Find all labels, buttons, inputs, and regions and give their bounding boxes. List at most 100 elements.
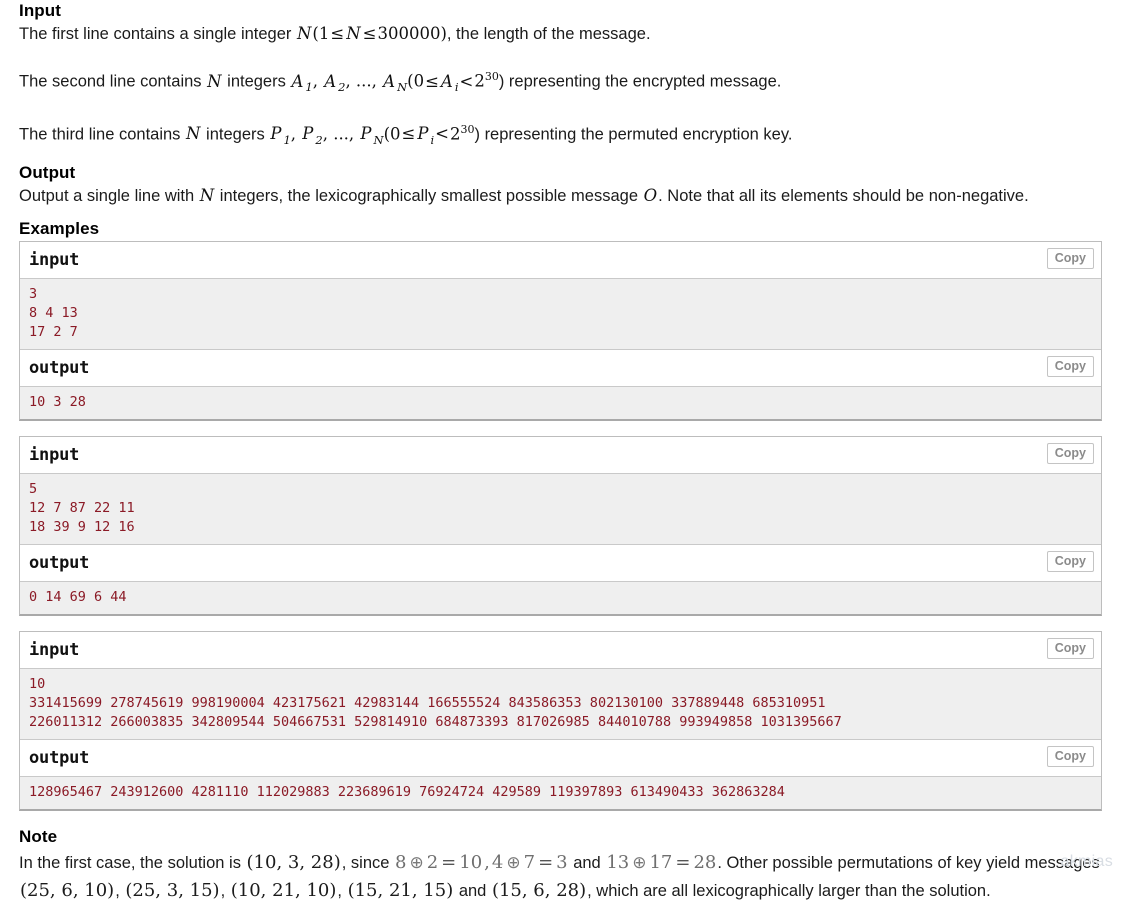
subscript-n: N [397, 79, 408, 94]
equals-icon-2: = [538, 851, 554, 873]
subscript-p2: 2 [315, 132, 323, 147]
xor-eq2-a: 4 [491, 851, 504, 873]
note-comma-1: , [484, 851, 490, 873]
problem-statement-page: Input The first line contains a single i… [0, 0, 1121, 905]
paren-open-p: (0 [383, 124, 401, 144]
xor-eq3-a: 13 [606, 851, 630, 873]
subscript-i-a: i [454, 79, 459, 94]
input-line-2-suffix: ) representing the encrypted message. [498, 72, 782, 91]
subscript-pn: N [373, 132, 384, 147]
xor-eq2-result: 3 [556, 851, 568, 873]
output-desc-prefix: Output a single line with [19, 186, 199, 205]
array-p-2: P [302, 124, 314, 144]
le-sign-a: ≤ [425, 71, 439, 91]
note-text-1: In the first case, the solution is [19, 853, 246, 872]
ellipsis-p: , ..., [322, 124, 360, 144]
math-var-n-2: N [346, 24, 361, 43]
ellipsis-a: , ..., [345, 71, 383, 91]
math-var-n-out: N [199, 185, 215, 205]
xor-eq3-b: 17 [649, 851, 673, 873]
input-line-1-suffix: , the length of the message. [446, 25, 651, 43]
math-var-n: N [296, 24, 312, 43]
example-output-header: output Copy [20, 349, 1101, 387]
note-text-2: , since [341, 853, 395, 872]
note-text-and-1: and [568, 853, 606, 872]
example-input-body: 3 8 4 13 17 2 7 [20, 278, 1101, 350]
perm-tuple-3: (10, 21, 10) [230, 879, 337, 901]
comma-p1: , [290, 124, 302, 144]
input-label: input [29, 249, 80, 270]
output-desc-suffix: . Note that all its elements should be n… [658, 186, 1029, 205]
copy-input-button[interactable]: Copy [1046, 637, 1094, 659]
copy-output-button[interactable]: Copy [1046, 355, 1094, 377]
perm-tuple-5: (15, 6, 28) [491, 879, 587, 901]
math-var-o: O [643, 185, 658, 205]
example-input-header: input Copy [20, 241, 1101, 279]
example-output-text[interactable]: 0 14 69 6 44 [29, 588, 1092, 607]
input-line-3-suffix: ) representing the permuted encryption k… [474, 125, 793, 144]
exponent-30-a: 30 [484, 70, 499, 83]
example-output-body: 0 14 69 6 44 [20, 581, 1101, 614]
paren-open-a: (0 [407, 71, 425, 91]
note-solution-tuple: (10, 3, 28) [246, 851, 341, 873]
example-output-text[interactable]: 10 3 28 [29, 393, 1092, 412]
input-line-1-prefix: The first line contains a single integer [19, 25, 296, 43]
xor-icon: ⊕ [506, 852, 521, 873]
output-section-heading: Output [19, 162, 76, 182]
xor-icon: ⊕ [409, 852, 424, 873]
example-input-header: input Copy [20, 631, 1101, 669]
example-input-header: input Copy [20, 436, 1101, 474]
xor-icon: ⊕ [632, 852, 647, 873]
example-output-header: output Copy [20, 739, 1101, 777]
subscript-p1: 1 [283, 132, 291, 147]
example-input-body: 5 12 7 87 22 11 18 39 9 12 16 [20, 473, 1101, 545]
note-sep-1: , [115, 881, 125, 900]
example-group: input Copy 3 8 4 13 17 2 7 output Copy 1… [19, 240, 1102, 421]
comma-1: , [312, 71, 324, 91]
example-input-text[interactable]: 5 12 7 87 22 11 18 39 9 12 16 [29, 480, 1092, 537]
output-label: output [29, 747, 90, 768]
input-label: input [29, 444, 80, 465]
math-var-n-4: N [186, 124, 201, 144]
xor-eq3-result: 28 [693, 851, 717, 873]
copy-output-button[interactable]: Copy [1046, 745, 1094, 767]
subscript-1: 1 [305, 79, 313, 94]
base-2-p: 2 [449, 124, 461, 144]
example-group: input Copy 5 12 7 87 22 11 18 39 9 12 16… [19, 435, 1102, 616]
le-sign-p: ≤ [401, 124, 416, 144]
xor-eq1-a: 8 [395, 851, 407, 873]
array-p-i: P [417, 124, 429, 144]
le-sign-2: ≤ [362, 24, 377, 43]
input-line-3-mid: integers [201, 125, 270, 144]
example-group: input Copy 10 331415699 278745619 998190… [19, 630, 1102, 811]
input-line-3-prefix: The third line contains [19, 125, 186, 144]
input-line-3: The third line contains N integers P 1, P… [19, 119, 1102, 151]
equals-icon-1: = [441, 851, 457, 873]
math-var-n-3: N [207, 71, 222, 91]
xor-eq1-result: 10 [459, 851, 483, 873]
copy-input-button[interactable]: Copy [1046, 247, 1094, 269]
array-p-1: P [270, 124, 282, 144]
example-input-body: 10 331415699 278745619 998190004 4231756… [20, 668, 1101, 740]
base-2-a: 2 [474, 71, 485, 91]
copy-output-button[interactable]: Copy [1046, 550, 1094, 572]
example-output-header: output Copy [20, 544, 1101, 582]
example-input-text[interactable]: 10 331415699 278745619 998190004 4231756… [29, 675, 1092, 732]
copy-input-button[interactable]: Copy [1046, 442, 1094, 464]
note-text-and-2: and [454, 881, 491, 900]
example-input-text[interactable]: 3 8 4 13 17 2 7 [29, 285, 1092, 342]
note-description: In the first case, the solution is (10, … [19, 849, 1102, 905]
input-section-heading: Input [19, 1, 62, 20]
output-description: Output a single line with N integers, th… [19, 185, 1102, 207]
array-a-i: A [440, 71, 453, 91]
examples-section-heading: Examples [19, 218, 100, 238]
example-output-text[interactable]: 128965467 243912600 4281110 112029883 22… [29, 783, 1092, 802]
array-p-n: P [360, 124, 372, 144]
input-line-2: The second line contains N integers A 1, … [19, 66, 1102, 98]
output-desc-mid: integers, the lexicographically smallest… [215, 186, 643, 205]
examples-container: input Copy 3 8 4 13 17 2 7 output Copy 1… [19, 240, 1102, 811]
output-label: output [29, 357, 90, 378]
input-line-1: The first line contains a single integer… [19, 23, 1102, 45]
le-sign-1: ≤ [330, 24, 345, 43]
lt-sign-p: < [435, 124, 449, 144]
